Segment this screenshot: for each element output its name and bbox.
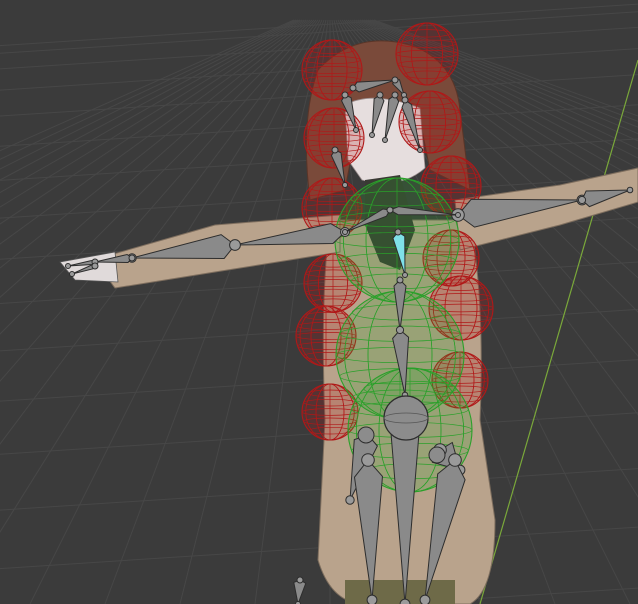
grid-line xyxy=(29,19,323,604)
grid-line xyxy=(0,19,321,533)
grid-line xyxy=(0,19,309,245)
grid-line xyxy=(0,468,638,511)
grid-line xyxy=(385,587,638,604)
grid-line xyxy=(179,19,327,604)
red-collider-sphere[interactable] xyxy=(395,22,459,86)
hip-joint-sphere[interactable] xyxy=(383,395,429,441)
grid-line xyxy=(0,19,319,445)
3d-viewport[interactable] xyxy=(0,0,638,604)
foot-bone[interactable] xyxy=(293,576,307,604)
grid-line xyxy=(0,19,295,152)
grid-line xyxy=(0,19,311,269)
grid-line xyxy=(0,3,638,47)
grid-line xyxy=(0,19,305,208)
grid-line xyxy=(0,19,315,335)
leg-shadow xyxy=(345,580,455,604)
viewport-canvas[interactable] xyxy=(0,0,638,604)
grid-line xyxy=(0,19,317,382)
grid-line xyxy=(0,19,307,225)
grid-line xyxy=(0,19,301,181)
y-axis-line xyxy=(479,59,638,604)
grid-line xyxy=(0,19,303,194)
